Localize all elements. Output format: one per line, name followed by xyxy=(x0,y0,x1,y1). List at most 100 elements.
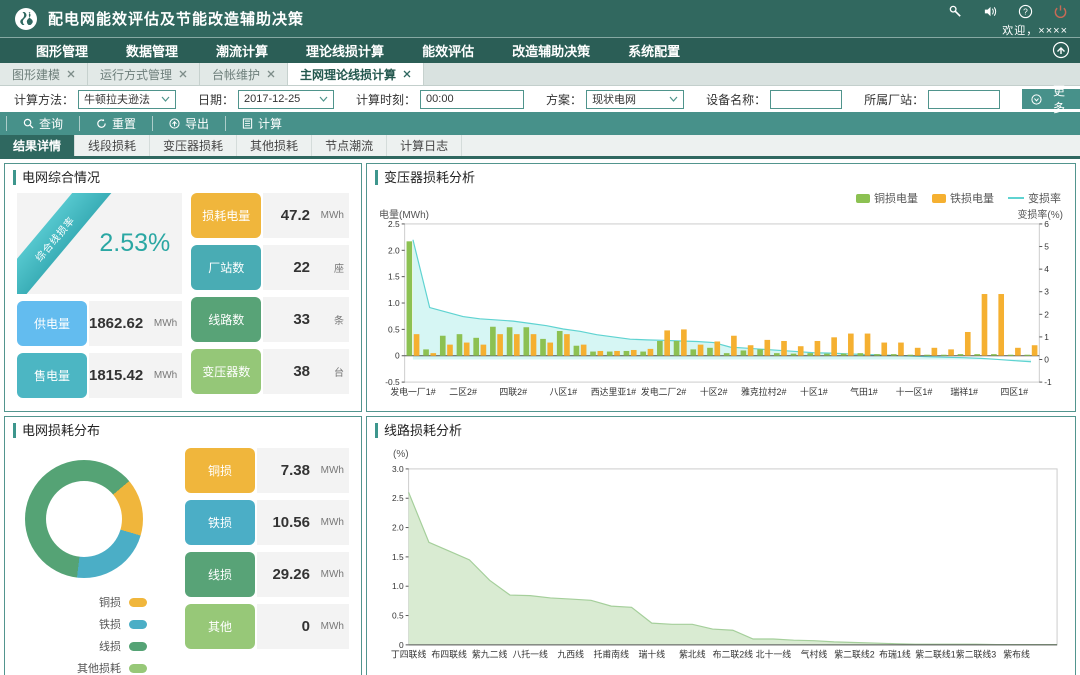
legend-item-iron: 铁损 xyxy=(77,616,147,632)
donut-ring xyxy=(25,460,143,578)
calc-time-input[interactable] xyxy=(420,90,524,109)
svg-text:十区2#: 十区2# xyxy=(700,386,728,397)
subtab-transformer-loss[interactable]: 变压器损耗 xyxy=(150,135,237,156)
svg-text:北十一线: 北十一线 xyxy=(756,649,792,660)
legend-item-other: 其他损耗 xyxy=(77,660,147,675)
tab-ledger-maintenance[interactable]: 台帐维护 xyxy=(200,63,288,85)
legend-item-line: 线损 xyxy=(77,638,147,654)
svg-text:八区1#: 八区1# xyxy=(550,387,578,397)
subtab-segment-loss[interactable]: 线段损耗 xyxy=(75,135,150,156)
legend-swatch xyxy=(856,194,870,203)
svg-text:-1: -1 xyxy=(1044,377,1052,387)
date-select[interactable]: 2017-12-25 xyxy=(238,90,334,109)
power-icon[interactable] xyxy=(1053,4,1068,19)
svg-text:气田1#: 气田1# xyxy=(850,386,878,397)
subtab-other-loss[interactable]: 其他损耗 xyxy=(237,135,312,156)
donut-hole xyxy=(46,481,122,557)
search-icon xyxy=(23,118,34,129)
close-icon[interactable] xyxy=(267,70,275,78)
svg-text:5: 5 xyxy=(1044,241,1049,251)
legend-blob xyxy=(129,664,147,673)
line-loss-chart: 3.02.52.01.51.00.50丁四联线布四联线紫九二线八托一线九西线托甫… xyxy=(375,461,1067,667)
loss-distribution-panel: 电网损耗分布 铜损 铁损 线损 其他损耗 铜损 7.38MWh xyxy=(4,416,362,675)
subtab-calc-log[interactable]: 计算日志 xyxy=(387,135,462,156)
legend-blob xyxy=(129,642,147,651)
close-icon[interactable] xyxy=(403,70,411,78)
tab-graphic-modeling[interactable]: 图形建模 xyxy=(0,63,88,85)
svg-text:1.5: 1.5 xyxy=(392,552,404,562)
svg-text:十区1#: 十区1# xyxy=(800,386,828,397)
svg-text:1.5: 1.5 xyxy=(388,272,400,282)
nav-item-graphic-mgmt[interactable]: 图形管理 xyxy=(36,41,88,60)
legend-item-copper: 铜损 xyxy=(77,594,147,610)
svg-text:紫二联线2: 紫二联线2 xyxy=(834,649,874,660)
action-toolbar: 查询 重置 导出 计算 xyxy=(0,112,1080,135)
nav-item-data-mgmt[interactable]: 数据管理 xyxy=(126,41,178,60)
svg-text:0.5: 0.5 xyxy=(392,611,404,621)
nav-item-retrofit-decision[interactable]: 改造辅助决策 xyxy=(512,41,590,60)
page-title: 配电网能效评估及节能改造辅助决策 xyxy=(48,8,304,29)
svg-text:2.5: 2.5 xyxy=(392,493,404,503)
close-icon[interactable] xyxy=(67,70,75,78)
subtab-node-flow[interactable]: 节点潮流 xyxy=(312,135,387,156)
nav-item-power-flow[interactable]: 潮流计算 xyxy=(216,41,268,60)
svg-text:3.0: 3.0 xyxy=(392,464,404,474)
query-button[interactable]: 查询 xyxy=(7,116,79,132)
svg-text:十一区1#: 十一区1# xyxy=(896,386,933,397)
svg-text:1.0: 1.0 xyxy=(392,581,404,591)
nav-item-efficiency-eval[interactable]: 能效评估 xyxy=(422,41,474,60)
tools-icon[interactable] xyxy=(948,4,963,19)
scheme-select[interactable]: 现状电网 xyxy=(586,90,684,109)
calculate-button[interactable]: 计算 xyxy=(226,116,298,132)
close-icon[interactable] xyxy=(179,70,187,78)
legend-swatch xyxy=(932,194,946,203)
chevron-down-icon xyxy=(319,96,328,102)
metric-card-supply: 供电量 1862.62MWh xyxy=(17,301,182,346)
composite-line-loss-card: 综合线损率 2.53% xyxy=(17,193,182,294)
date-label: 日期： xyxy=(198,91,234,108)
collapse-up-icon[interactable] xyxy=(1052,41,1070,59)
svg-text:西达里亚1#: 西达里亚1# xyxy=(591,386,636,397)
nav-item-system-config[interactable]: 系统配置 xyxy=(628,41,680,60)
chevron-down-icon xyxy=(161,96,170,102)
device-name-label: 设备名称： xyxy=(706,91,766,108)
svg-text:布四联线: 布四联线 xyxy=(431,649,467,660)
sound-icon[interactable] xyxy=(983,4,998,19)
result-subtab-bar: 结果详情 线段损耗 变压器损耗 其他损耗 节点潮流 计算日志 xyxy=(0,135,1080,156)
svg-text:二区2#: 二区2# xyxy=(449,387,477,397)
svg-text:0: 0 xyxy=(399,640,404,650)
legend-blob xyxy=(129,620,147,629)
export-button[interactable]: 导出 xyxy=(153,116,225,132)
transformer-loss-panel: 变压器损耗分析 铜损电量 铁损电量 变损率 电量(MWh) 变损率(%) 2.5… xyxy=(366,163,1076,412)
tab-run-mode-mgmt[interactable]: 运行方式管理 xyxy=(88,63,200,85)
subtab-result-detail[interactable]: 结果详情 xyxy=(0,135,75,156)
reset-button[interactable]: 重置 xyxy=(80,116,152,132)
panel-title: 变压器损耗分析 xyxy=(375,170,1075,185)
svg-text:雅克拉村2#: 雅克拉村2# xyxy=(741,386,786,397)
metric-card-line-loss: 线损 29.26MWh xyxy=(185,552,349,597)
svg-text:紫布线: 紫布线 xyxy=(1003,649,1030,660)
calc-time-label: 计算时刻： xyxy=(356,91,416,108)
nav-item-line-loss-calc[interactable]: 理论线损计算 xyxy=(306,41,384,60)
svg-text:四区1#: 四区1# xyxy=(1000,387,1028,397)
calc-method-select[interactable]: 牛顿拉夫逊法 xyxy=(78,90,176,109)
app-header: 配电网能效评估及节能改造辅助决策 ? 欢迎，×××× xyxy=(0,0,1080,38)
donut-legend: 铜损 铁损 线损 其他损耗 xyxy=(77,594,147,675)
metric-card-other-loss: 其他 0MWh xyxy=(185,604,349,649)
transformer-loss-chart: 2.52.01.51.00.50-0.56543210-1发电一厂1#二区2#四… xyxy=(375,218,1067,406)
device-name-input[interactable] xyxy=(770,90,842,109)
help-icon[interactable]: ? xyxy=(1018,4,1033,19)
svg-text:布二联2线: 布二联2线 xyxy=(713,649,754,660)
app-logo-icon xyxy=(14,7,38,31)
tab-main-grid-line-loss[interactable]: 主网理论线损计算 xyxy=(288,63,424,85)
more-button[interactable]: 更多 xyxy=(1022,89,1080,109)
metric-card-sales: 售电量 1815.42MWh xyxy=(17,353,182,398)
calc-method-label: 计算方法： xyxy=(14,91,74,108)
station-input[interactable] xyxy=(928,90,1000,109)
scheme-label: 方案： xyxy=(546,91,582,108)
svg-text:气村线: 气村线 xyxy=(801,649,828,660)
svg-text:紫北线: 紫北线 xyxy=(679,649,706,660)
svg-text:托甫南线: 托甫南线 xyxy=(594,649,630,660)
welcome-text: 欢迎，×××× xyxy=(1002,22,1068,38)
svg-text:紫九二线: 紫九二线 xyxy=(472,649,508,660)
